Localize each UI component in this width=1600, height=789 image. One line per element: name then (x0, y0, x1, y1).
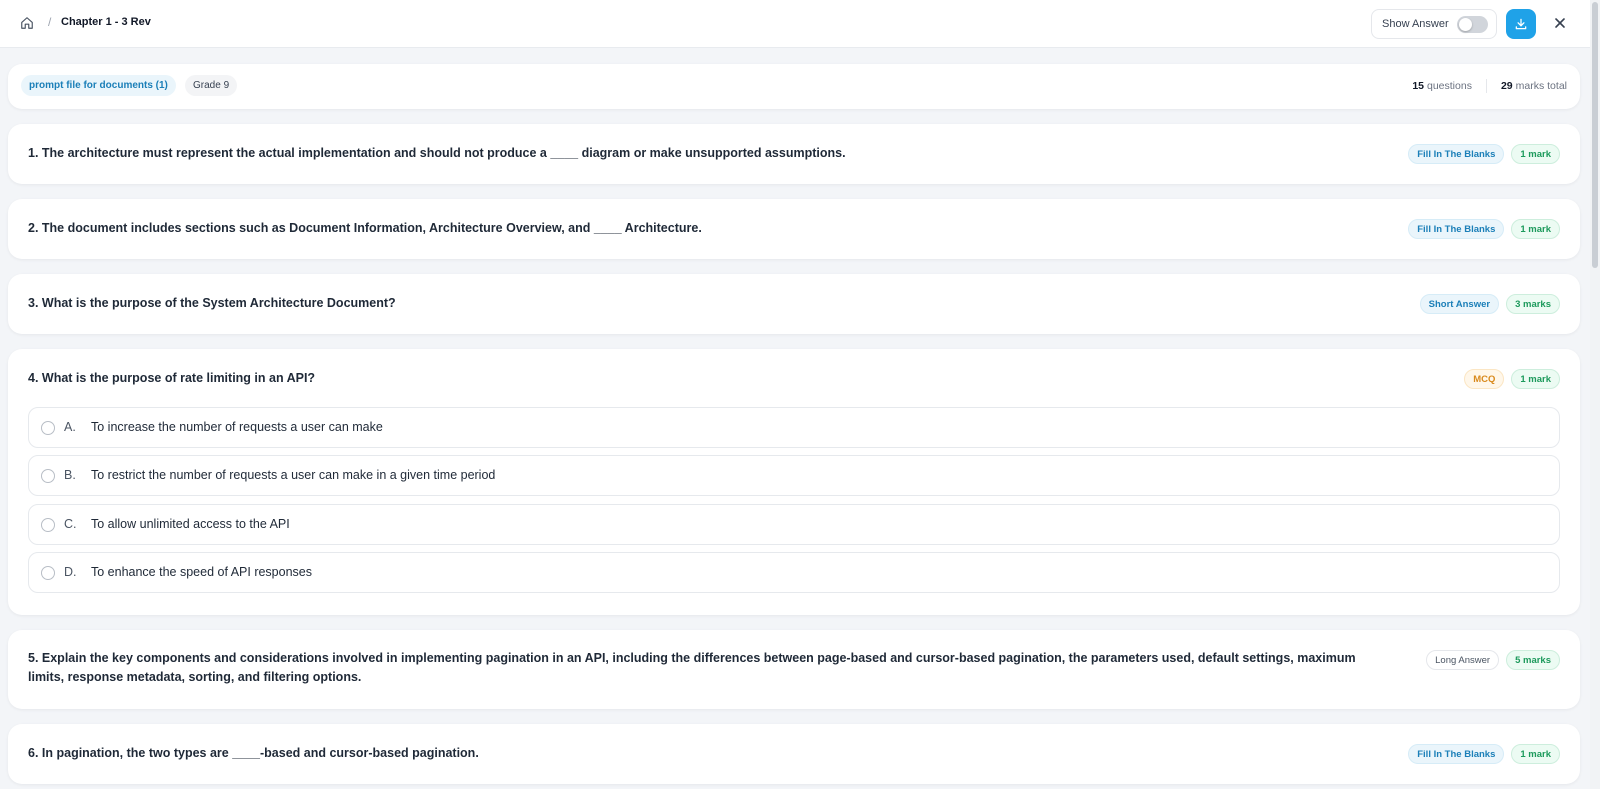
show-answer-toggle[interactable]: Show Answer (1371, 9, 1497, 39)
option-text: To restrict the number of requests a use… (91, 468, 496, 482)
marks-count: 29 (1500, 80, 1513, 92)
mcq-option[interactable]: B. To restrict the number of requests a … (28, 455, 1560, 496)
marks-badge: 3 marks (1506, 294, 1560, 314)
questions-label: questions (1427, 80, 1472, 92)
question-card: 2. The document includes sections such a… (8, 199, 1580, 259)
marks-badge: 1 mark (1511, 369, 1560, 389)
question-text: 1. The architecture must represent the a… (28, 146, 846, 160)
marks-badge: 1 mark (1511, 219, 1560, 239)
question-type-badge: Short Answer (1419, 294, 1500, 314)
toggle-switch[interactable] (1456, 15, 1488, 33)
source-file-tag[interactable]: prompt file for documents (1) (21, 75, 176, 96)
marks-badge: 1 mark (1511, 744, 1560, 764)
grade-tag: Grade 9 (185, 75, 238, 96)
mcq-option[interactable]: C. To allow unlimited access to the API (28, 504, 1560, 545)
option-radio[interactable] (41, 518, 55, 532)
option-letter: C. (64, 517, 77, 531)
question-card: 4. What is the purpose of rate limiting … (8, 349, 1580, 615)
option-radio[interactable] (41, 469, 55, 483)
question-type-badge: Fill In The Blanks (1408, 144, 1505, 164)
option-letter: A. (64, 420, 76, 434)
marks-label: marks total (1515, 80, 1567, 92)
option-radio[interactable] (41, 421, 55, 435)
page-title: Chapter 1 - 3 Rev (61, 16, 151, 28)
mcq-option[interactable]: A. To increase the number of requests a … (28, 407, 1560, 448)
question-text: 6. In pagination, the two types are ____… (28, 746, 479, 760)
question-type-badge: Long Answer (1426, 650, 1500, 670)
question-text: 4. What is the purpose of rate limiting … (28, 371, 316, 385)
option-radio[interactable] (41, 566, 55, 580)
download-button[interactable] (1506, 9, 1536, 39)
question-type-badge: Fill In The Blanks (1408, 744, 1505, 764)
quiz-stats: 15 questions 29 marks total (1412, 79, 1567, 93)
question-badges: MCQ 1 mark (1464, 369, 1560, 389)
question-type-badge: MCQ (1464, 369, 1505, 389)
option-letter: D. (64, 565, 77, 579)
marks-badge: 1 mark (1511, 144, 1560, 164)
mcq-option[interactable]: D. To enhance the speed of API responses (28, 552, 1560, 593)
quiz-meta-card: prompt file for documents (1) Grade 9 15… (8, 64, 1580, 109)
question-card: 5. Explain the key components and consid… (8, 630, 1580, 709)
question-badges: Long Answer 5 marks (1426, 650, 1560, 670)
close-button[interactable] (1550, 13, 1570, 33)
question-badges: Fill In The Blanks 1 mark (1408, 744, 1560, 764)
question-text: 5. Explain the key components and consid… (28, 651, 1356, 684)
question-badges: Fill In The Blanks 1 mark (1408, 144, 1560, 164)
questions-count: 15 (1412, 80, 1424, 92)
top-bar: / Chapter 1 - 3 Rev Show Answer (0, 0, 1600, 48)
scrollbar-thumb[interactable] (1592, 2, 1598, 268)
question-card: 1. The architecture must represent the a… (8, 124, 1580, 184)
home-icon[interactable] (17, 13, 37, 33)
scrollbar[interactable] (1590, 0, 1600, 789)
option-letter: B. (64, 468, 76, 482)
toggle-knob (1458, 17, 1472, 31)
option-text: To allow unlimited access to the API (91, 517, 290, 531)
question-card: 6. In pagination, the two types are ____… (8, 724, 1580, 784)
close-icon (1555, 18, 1565, 28)
question-text: 2. The document includes sections such a… (28, 221, 702, 235)
question-card: 3. What is the purpose of the System Arc… (8, 274, 1580, 334)
question-type-badge: Fill In The Blanks (1408, 219, 1505, 239)
stats-divider (1485, 79, 1487, 93)
option-text: To increase the number of requests a use… (91, 420, 383, 434)
question-badges: Short Answer 3 marks (1419, 294, 1560, 314)
show-answer-label: Show Answer (1382, 18, 1449, 30)
question-badges: Fill In The Blanks 1 mark (1408, 219, 1560, 239)
question-text: 3. What is the purpose of the System Arc… (28, 296, 396, 310)
marks-badge: 5 marks (1506, 650, 1560, 670)
option-text: To enhance the speed of API responses (91, 565, 312, 579)
download-icon (1515, 18, 1527, 30)
breadcrumb-separator: / (48, 15, 52, 29)
